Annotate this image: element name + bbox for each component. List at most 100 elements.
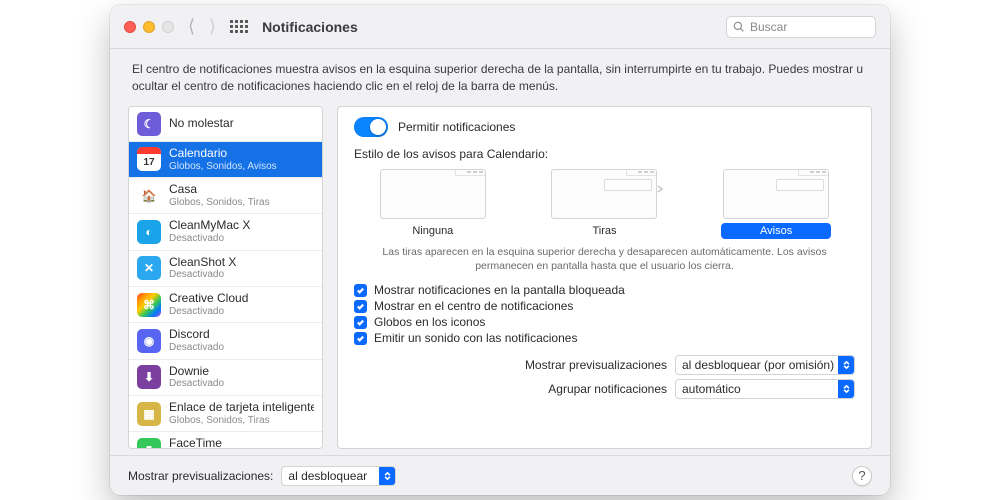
checkbox-icon bbox=[354, 284, 367, 297]
select-dropdown[interactable]: automático bbox=[675, 379, 855, 399]
sidebar-item-label: Enlace de tarjeta inteligente bbox=[169, 401, 314, 415]
sidebar-item-calendario[interactable]: 17 Calendario Globos, Sonidos, Avisos bbox=[129, 142, 322, 178]
app-icon: 17 bbox=[137, 147, 161, 171]
app-icon: ▮ bbox=[137, 438, 161, 449]
sidebar-item-label: Casa bbox=[169, 183, 270, 197]
check-label: Mostrar notificaciones en la pantalla bl… bbox=[374, 283, 625, 297]
check-row-0[interactable]: Mostrar notificaciones en la pantalla bl… bbox=[354, 283, 855, 297]
sidebar-item-label: FaceTime bbox=[169, 437, 270, 449]
sidebar-item-cleanshot-x[interactable]: ✕ CleanShot X Desactivado bbox=[129, 251, 322, 287]
app-icon: ▦ bbox=[137, 402, 161, 426]
sidebar-item-label: Downie bbox=[169, 365, 224, 379]
style-options: Ninguna Tiras Avisos bbox=[354, 169, 855, 239]
forward-button: ⟩ bbox=[209, 16, 216, 37]
toolbar: ⟨ ⟩ Notificaciones Buscar bbox=[110, 5, 890, 49]
sidebar-item-sub: Globos, Sonidos, Avisos bbox=[169, 161, 277, 173]
style-thumb bbox=[380, 169, 486, 219]
sidebar-item-sub: Globos, Sonidos, Tiras bbox=[169, 197, 270, 209]
sidebar-item-label: Creative Cloud bbox=[169, 292, 248, 306]
sidebar-item-sub: Desactivado bbox=[169, 306, 248, 318]
sidebar-item-sub: Globos, Sonidos, Tiras bbox=[169, 415, 314, 427]
style-caption: Avisos bbox=[721, 223, 831, 239]
checkbox-icon bbox=[354, 316, 367, 329]
minimize-icon[interactable] bbox=[143, 21, 155, 33]
sidebar-item-label: Calendario bbox=[169, 147, 277, 161]
style-label: Estilo de los avisos para Calendario: bbox=[354, 147, 855, 161]
select-row-1: Agrupar notificaciones automático bbox=[354, 379, 855, 399]
footer-select[interactable]: al desbloquear bbox=[281, 466, 396, 486]
sidebar-item-sub: Desactivado bbox=[169, 342, 224, 354]
sidebar-item-discord[interactable]: ◉ Discord Desactivado bbox=[129, 323, 322, 359]
select-list: Mostrar previsualizaciones al desbloquea… bbox=[354, 351, 855, 399]
maximize-icon bbox=[162, 21, 174, 33]
app-icon: ◉ bbox=[137, 329, 161, 353]
select-dropdown[interactable]: al desbloquear (por omisión) bbox=[675, 355, 855, 375]
help-button[interactable]: ? bbox=[852, 466, 872, 486]
select-row-0: Mostrar previsualizaciones al desbloquea… bbox=[354, 355, 855, 375]
style-hint: Las tiras aparecen en la esquina superio… bbox=[354, 241, 855, 281]
sidebar-item-sub: Desactivado bbox=[169, 378, 224, 390]
select-value: automático bbox=[682, 382, 741, 396]
search-icon bbox=[733, 21, 745, 33]
check-row-3[interactable]: Emitir un sonido con las notificaciones bbox=[354, 331, 855, 345]
preferences-window: ⟨ ⟩ Notificaciones Buscar El centro de n… bbox=[110, 5, 890, 495]
sidebar-item-cleanmymac-x[interactable]: ◐ CleanMyMac X Desactivado bbox=[129, 214, 322, 250]
nav-arrows: ⟨ ⟩ bbox=[188, 16, 216, 37]
style-thumb bbox=[551, 169, 657, 219]
app-icon: ✕ bbox=[137, 256, 161, 280]
sidebar-item-sub: Desactivado bbox=[169, 233, 250, 245]
sidebar-item-sub: Desactivado bbox=[169, 269, 236, 281]
description-text: El centro de notificaciones muestra avis… bbox=[110, 49, 890, 106]
sidebar-item-creative-cloud[interactable]: ⌘ Creative Cloud Desactivado bbox=[129, 287, 322, 323]
select-label: Mostrar previsualizaciones bbox=[525, 358, 667, 372]
sidebar-item-casa[interactable]: 🏠 Casa Globos, Sonidos, Tiras bbox=[129, 178, 322, 214]
window-title: Notificaciones bbox=[262, 19, 358, 35]
app-icon: ⌘ bbox=[137, 293, 161, 317]
search-placeholder: Buscar bbox=[750, 20, 787, 34]
app-icon: 🏠 bbox=[137, 184, 161, 208]
check-label: Emitir un sonido con las notificaciones bbox=[374, 331, 577, 345]
checkbox-icon bbox=[354, 332, 367, 345]
style-caption: Tiras bbox=[549, 223, 659, 239]
check-row-1[interactable]: Mostrar en el centro de notificaciones bbox=[354, 299, 855, 313]
close-icon[interactable] bbox=[124, 21, 136, 33]
app-icon: ☾ bbox=[137, 112, 161, 136]
sidebar-item-label: CleanShot X bbox=[169, 256, 236, 270]
style-option-tiras[interactable]: Tiras bbox=[549, 169, 659, 239]
sidebar-item-label: Discord bbox=[169, 328, 224, 342]
sidebar-item-label: No molestar bbox=[169, 117, 234, 131]
sidebar-item-label: CleanMyMac X bbox=[169, 219, 250, 233]
search-input[interactable]: Buscar bbox=[726, 16, 876, 38]
chevron-updown-icon bbox=[838, 380, 854, 398]
check-list: Mostrar notificaciones en la pantalla bl… bbox=[354, 281, 855, 347]
footer-label: Mostrar previsualizaciones: bbox=[128, 469, 273, 483]
footer-select-value: al desbloquear bbox=[288, 469, 367, 483]
check-label: Mostrar en el centro de notificaciones bbox=[374, 299, 573, 313]
style-thumb bbox=[723, 169, 829, 219]
app-icon: ◐ bbox=[137, 220, 161, 244]
style-caption: Ninguna bbox=[378, 223, 488, 239]
back-button[interactable]: ⟨ bbox=[188, 16, 195, 37]
sidebar-item-downie[interactable]: ⬇ Downie Desactivado bbox=[129, 360, 322, 396]
app-icon: ⬇ bbox=[137, 365, 161, 389]
sidebar-item-facetime[interactable]: ▮ FaceTime Globos, Sonidos, Tiras bbox=[129, 432, 322, 449]
traffic-lights bbox=[124, 21, 174, 33]
footer: Mostrar previsualizaciones: al desbloque… bbox=[110, 455, 890, 495]
select-value: al desbloquear (por omisión) bbox=[682, 358, 834, 372]
sidebar-item-no-molestar[interactable]: ☾ No molestar bbox=[129, 107, 322, 142]
allow-toggle[interactable] bbox=[354, 117, 388, 137]
check-row-2[interactable]: Globos en los iconos bbox=[354, 315, 855, 329]
main-pane: ☾ No molestar 17 Calendario Globos, Soni… bbox=[110, 106, 890, 455]
sidebar-item-enlace-de-tarjeta-inteligente[interactable]: ▦ Enlace de tarjeta inteligente Globos, … bbox=[129, 396, 322, 432]
chevron-updown-icon bbox=[379, 467, 395, 485]
chevron-updown-icon bbox=[838, 356, 854, 374]
checkbox-icon bbox=[354, 300, 367, 313]
app-list[interactable]: ☾ No molestar 17 Calendario Globos, Soni… bbox=[128, 106, 323, 449]
style-option-avisos[interactable]: Avisos bbox=[721, 169, 831, 239]
detail-pane: Permitir notificaciones Estilo de los av… bbox=[337, 106, 872, 449]
show-all-icon[interactable] bbox=[230, 20, 248, 33]
style-option-none[interactable]: Ninguna bbox=[378, 169, 488, 239]
check-label: Globos en los iconos bbox=[374, 315, 485, 329]
select-label: Agrupar notificaciones bbox=[548, 382, 667, 396]
allow-label: Permitir notificaciones bbox=[398, 120, 515, 134]
